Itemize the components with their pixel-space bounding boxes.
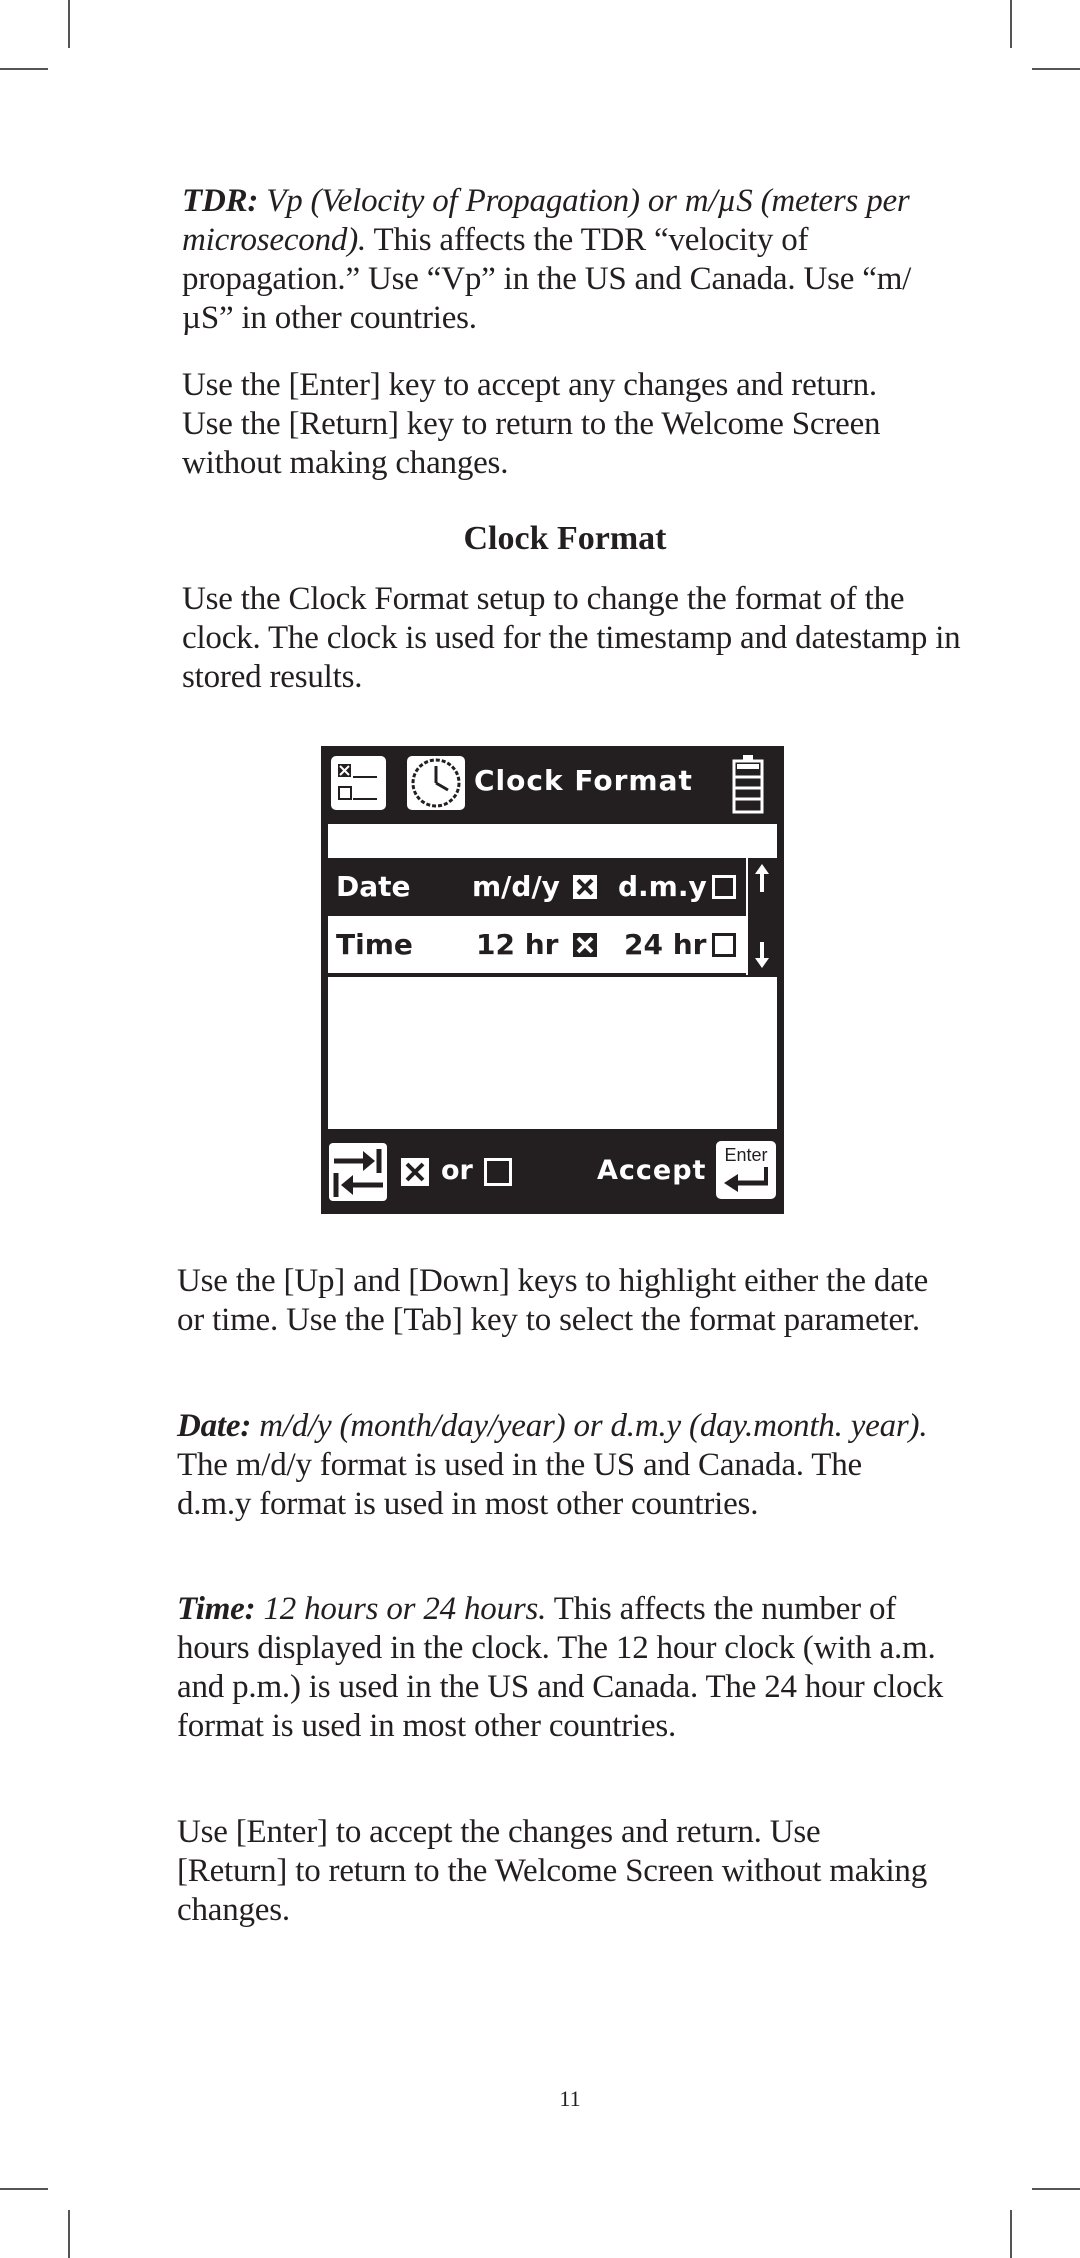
tab-key-icon bbox=[329, 1143, 387, 1201]
device-footer: or Accept Enter bbox=[321, 1131, 784, 1214]
enter-key-icon[interactable]: Enter bbox=[716, 1141, 776, 1199]
enter-key-label: Enter bbox=[724, 1145, 767, 1165]
checklist-menu-icon bbox=[331, 756, 386, 810]
crop-mark bbox=[1010, 2210, 1012, 2258]
list-empty-area bbox=[328, 977, 777, 1129]
clock-icon bbox=[407, 756, 465, 810]
footer-empty-box-icon bbox=[484, 1158, 512, 1186]
keys-paragraph: Use the [Up] and [Down] keys to highligh… bbox=[177, 1263, 929, 1338]
enter-return-paragraph: Use the [Enter] key to accept any change… bbox=[182, 367, 881, 481]
date-label: Date bbox=[336, 870, 411, 903]
footer-checked-box-icon bbox=[401, 1158, 429, 1186]
clock-intro-paragraph: Use the Clock Format setup to change the… bbox=[182, 581, 961, 695]
final-paragraph: Use [Enter] to accept the changes and re… bbox=[177, 1814, 928, 1928]
time-option-12hr: 12 hr bbox=[476, 928, 559, 961]
clock-format-heading: Clock Format bbox=[463, 520, 667, 557]
battery-icon bbox=[731, 754, 765, 814]
date-paragraph: Date: m/d/y (month/day/year) or d.m.y (d… bbox=[177, 1407, 937, 1524]
date-definition: m/d/y (month/day/year) or d.m.y (day.mon… bbox=[251, 1408, 928, 1444]
arrow-down-icon bbox=[755, 942, 769, 968]
date-dmy-checkbox[interactable] bbox=[712, 875, 736, 899]
device-screen: Clock Format Date m/d/y d.m.y Time 12 hr… bbox=[321, 746, 784, 1214]
date-body: The m/d/y format is used in the US and C… bbox=[177, 1447, 862, 1522]
time-row[interactable]: Time 12 hr 24 hr bbox=[328, 916, 746, 975]
time-term: Time: bbox=[177, 1591, 256, 1627]
crop-mark bbox=[0, 68, 48, 70]
time-24hr-checkbox[interactable] bbox=[712, 933, 736, 957]
time-paragraph: Time: 12 hours or 24 hours. This affects… bbox=[177, 1590, 967, 1746]
device-spacer bbox=[328, 824, 777, 858]
crop-mark bbox=[0, 2188, 48, 2190]
crop-mark bbox=[1032, 2188, 1080, 2190]
page-number: 11 bbox=[559, 2086, 581, 2111]
time-definition: 12 hours or 24 hours. bbox=[255, 1591, 547, 1627]
date-option-dmy: d.m.y bbox=[618, 870, 707, 903]
date-option-mdy: m/d/y bbox=[472, 870, 560, 903]
footer-accept-label: Accept bbox=[597, 1155, 707, 1186]
footer-or-label: or bbox=[441, 1155, 473, 1186]
tdr-term: TDR: bbox=[182, 183, 259, 219]
time-12hr-checkbox-checked[interactable] bbox=[573, 933, 597, 957]
date-row[interactable]: Date m/d/y d.m.y bbox=[328, 858, 746, 916]
time-option-24hr: 24 hr bbox=[624, 928, 707, 961]
crop-mark bbox=[68, 0, 70, 48]
crop-mark bbox=[1010, 0, 1012, 48]
date-mdy-checkbox-checked[interactable] bbox=[573, 875, 597, 899]
scrollbar[interactable] bbox=[748, 858, 777, 975]
device-title: Clock Format bbox=[474, 764, 693, 797]
device-header: Clock Format bbox=[321, 746, 784, 822]
date-term: Date: bbox=[177, 1408, 252, 1444]
arrow-up-icon bbox=[755, 864, 769, 892]
settings-list: Date m/d/y d.m.y Time 12 hr 24 hr bbox=[328, 858, 777, 975]
crop-mark bbox=[68, 2210, 70, 2258]
crop-mark bbox=[1032, 68, 1080, 70]
time-label: Time bbox=[336, 928, 413, 961]
tdr-paragraph: TDR: Vp (Velocity of Propagation) or m/µ… bbox=[182, 182, 952, 338]
